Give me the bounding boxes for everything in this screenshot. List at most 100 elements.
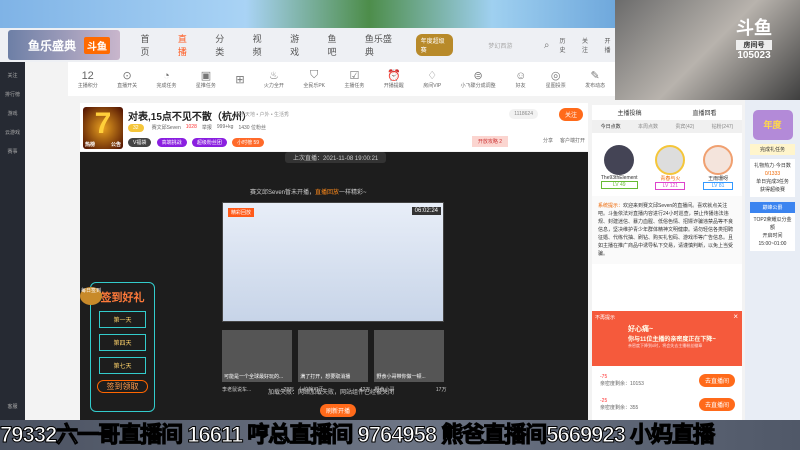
client-open-button[interactable]: 客户端打开 [560,137,585,144]
recommend-item[interactable]: 野食小哥带你做一顿... 野食小哥 17万 [374,330,446,393]
tool-star-task[interactable]: ▣ 星推任务 [196,69,216,89]
close-icon[interactable]: × [733,312,738,321]
video-player[interactable]: 上次直播：2021-11-08 19:00:21 赛文邱Seven暂未开播，直播… [80,152,588,420]
tool-fire[interactable]: ♨ 火力全开 [264,69,284,89]
notice-label[interactable]: 公告 [111,141,121,148]
anchor-toolbar: 12 主播积分 ⊙ 直播开关 ◔ 完成任务 ▣ 星推任务 ⊞ ♨ 火力全开 ⛉ 全民乐PK … [68,62,615,96]
room-title: 对表,15点不见不散（杭州） [128,112,252,123]
anchor-avatar[interactable]: 7 热榜 公告 [83,107,123,149]
history-icon[interactable]: 历史 [560,36,571,54]
goto-room-button[interactable]: 去直播间 [698,373,735,387]
follow-count: 1118624 [509,109,538,119]
hot-value: 1028 [185,124,197,130]
signin-button[interactable]: 签到领取 [97,380,148,393]
tool-alarm[interactable]: ⏰ 开播提醒 [384,69,404,89]
replay-link[interactable]: 直播回放 [315,190,339,196]
replay-tag: 精彩回放 [228,208,255,217]
tool-pk[interactable]: ⛉ 全民乐PK [303,69,325,89]
nav-category[interactable]: 分类 [215,32,230,58]
tool-friends[interactable]: ☺ 好友 [515,70,526,89]
follow-icon[interactable]: 关注 [582,36,593,54]
nav-live[interactable]: 直播 [178,32,193,58]
anchor-name[interactable]: 赛文邱Seven [152,124,181,132]
cam-room-label: 房间号 [736,40,772,50]
report-link[interactable]: 举报 [202,124,212,132]
score: 12 主播积分 [78,70,98,89]
tool-ufo[interactable]: ⊜ 小飞碟分成调整 [461,69,496,89]
search-icon[interactable]: ⌕ [544,40,550,51]
signin-day: 第四天 [99,334,146,351]
rank-item[interactable]: 青春与火 LV 121 [655,145,686,190]
nav-game[interactable]: 游戏 [290,32,305,58]
sidebar-item-service[interactable]: 客服 [0,397,25,416]
tab-vip[interactable]: 贵宾(42) [675,123,694,130]
recommend-item[interactable]: 满了打开，想要取消播 小约翰可汗 42万 [298,330,370,393]
replay-preview[interactable]: 精彩回放 06:02:24 [222,202,444,322]
broadcast-icon[interactable]: 开播 [605,36,616,54]
tag-fan-group[interactable]: 超级粉丝团 [191,138,227,147]
tool-anchor-task[interactable]: ☑ 主播任务 [344,69,364,89]
anchor-posts-link[interactable]: 主播投稿 [617,108,641,117]
sidebar-item-follow[interactable]: 关注 [0,66,25,85]
logo[interactable]: 鱼乐盛典 斗鱼 [8,30,121,60]
sidebar-item-rank[interactable]: 排行榜 [0,85,25,104]
tab-week[interactable]: 本周点数 [638,123,658,130]
recommend-item[interactable]: 可能是一个全球最好玩的... 李老鼠说车... 22万 [222,330,294,393]
top-banner [0,0,615,28]
tab-diamond[interactable]: 钻粉(247) [712,123,734,130]
nav-yuba[interactable]: 鱼吧 [327,32,342,58]
tool-post[interactable]: ✎ 发布动态 [585,69,605,89]
gift-task-card[interactable]: 礼物热力·今日数 0/1333 单日完成3任务 获得超级赛 [750,159,795,197]
peak-card[interactable]: TOP2荣耀瓜分金额 开启时间 15:00~01:00 [750,213,795,251]
main-nav: 首页 直播 分类 视频 游戏 鱼吧 鱼乐盛典 [140,32,395,58]
tag-hour-rank[interactable]: 小时榜 59 [232,138,265,147]
hot-label[interactable]: 热榜 [85,141,95,148]
rank-badge[interactable]: 开放攻略 2 [471,136,508,147]
search-input[interactable]: 梦幻西游 [488,41,543,50]
sidebar-item-cloud-game[interactable]: 云游戏 [0,123,25,142]
sidebar: 关注 排行榜 游戏 云游戏 赛事 客服 [0,62,25,420]
share-button[interactable]: 分享 [543,137,553,144]
event-logo[interactable]: 年度 [752,110,793,140]
rank-item[interactable]: The93thElement LV 49 [600,145,638,190]
load-error: 加载失败：网络加载失败，网站组件已经被关闭 [268,390,395,396]
weight: 999+kg [216,124,234,130]
dont-show-again[interactable]: 不再提示 [592,311,742,324]
tool-vote[interactable]: ◎ 星图投票 [546,69,566,89]
signin-day: 第一天 [99,311,146,328]
brand: 斗鱼 [84,36,111,54]
score-value: 12 [81,69,94,82]
right-panel: 主播投稿 直播回看 今日点数 本周点数 贵宾(42) 钻粉(247) The93… [592,105,742,420]
intimacy-popup: 不再提示 × 好心痛~ 你与11位主播的亲密度正在下降~ 亲密度下降到0时，将会… [592,311,742,366]
signin-widget[interactable]: 签到好礼 第一天 第四天 第七天 签到领取 [90,282,155,412]
tag-challenge[interactable]: 高端挑战 [156,138,187,147]
sidebar-item-game[interactable]: 游戏 [0,104,25,123]
fan-list: -75 亲密度剩余：10153 去直播间 -25 亲密度剩余：355 去直播间 [600,368,735,416]
nav-video[interactable]: 视频 [253,32,268,58]
cam-room: 105023 [737,50,771,61]
tool-gift[interactable]: ⊞ [235,73,244,86]
rank-tabs: 今日点数 本周点数 贵宾(42) 钻粉(247) [592,120,742,133]
sidebar-item-match[interactable]: 赛事 [0,142,25,161]
room-info: 7 热榜 公告 对表,15点不见不散（杭州） 娱乐天地 • 户外 • 生活秀 32… [80,103,588,151]
follow-button[interactable]: 关注 [558,108,583,121]
tag-vfudai[interactable]: V福袋 [128,138,152,147]
rank-item[interactable]: 王雨珊呀 LV 81 [703,145,734,190]
task-header: 完成礼任务 [750,144,795,155]
last-live-time: 上次直播：2021-11-08 19:00:21 [285,152,387,163]
nav-festival[interactable]: 鱼乐盛典 [365,32,396,58]
tab-today[interactable]: 今日点数 [601,123,621,130]
refresh-button[interactable]: 刷新开播 [320,404,357,417]
tool-task[interactable]: ◔ 完成任务 [157,70,177,89]
replay-link[interactable]: 直播回看 [692,108,716,117]
score-label: 主播积分 [77,82,98,89]
promo-badge[interactable]: 年度超级赛 [415,34,454,56]
tool-vip[interactable]: ♢ 房间VIP [423,69,441,89]
header: 鱼乐盛典 斗鱼 首页 直播 分类 视频 游戏 鱼吧 鱼乐盛典 年度超级赛 梦幻西游… [0,28,615,62]
goto-room-button[interactable]: 去直播间 [698,397,735,411]
nav-home[interactable]: 首页 [140,32,155,58]
event-column: 年度 完成礼任务 礼物热力·今日数 0/1333 单日完成3任务 获得超级赛 巅峰公爵… [745,100,800,420]
fan-item: -75 亲密度剩余：10153 去直播间 [600,368,735,392]
tool-live-switch[interactable]: ⊙ 直播开关 [117,69,137,89]
room-category[interactable]: 娱乐天地 • 户外 • 生活秀 [235,111,289,118]
